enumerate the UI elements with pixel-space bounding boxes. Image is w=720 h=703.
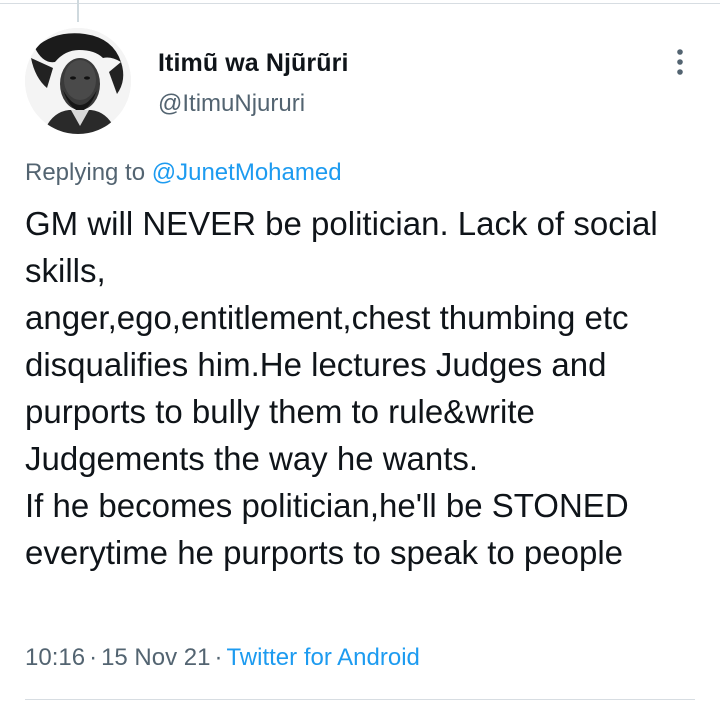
tweet-time[interactable]: 10:16 <box>25 644 85 671</box>
meta-separator: · <box>214 644 223 671</box>
tweet-date[interactable]: 15 Nov 21 <box>101 644 210 671</box>
thread-connector-line <box>77 0 79 22</box>
more-vertical-icon <box>677 49 683 75</box>
tweet-text: GM will NEVER be politician. Lack of soc… <box>25 205 658 571</box>
replying-to-label: Replying to <box>25 159 152 186</box>
profile-photo-icon <box>25 28 131 134</box>
avatar[interactable] <box>25 28 131 134</box>
more-options-button[interactable] <box>662 44 698 80</box>
bottom-divider <box>25 699 695 700</box>
tweet-source-link[interactable]: Twitter for Android <box>226 644 419 671</box>
meta-separator: · <box>89 644 98 671</box>
replying-to-mention-link[interactable]: @JunetMohamed <box>152 159 342 186</box>
author-display-name[interactable]: Itimũ wa Njũrũri <box>158 49 349 78</box>
tweet-metadata: 10:16 · 15 Nov 21 · Twitter for Android <box>25 644 420 672</box>
top-divider <box>0 3 720 4</box>
replying-to: Replying to @JunetMohamed <box>25 159 342 187</box>
author-handle[interactable]: @ItimuNjururi <box>158 90 305 118</box>
